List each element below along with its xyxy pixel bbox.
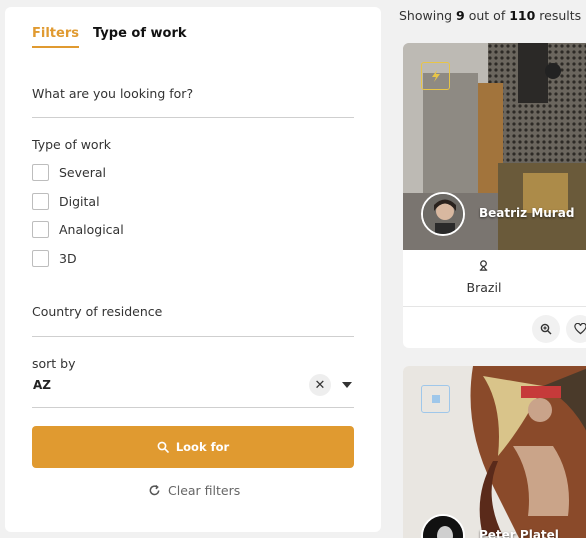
checkbox-analogical[interactable]: Analogical <box>32 221 124 238</box>
results-shown: 9 <box>456 8 465 23</box>
country-select[interactable]: Country of residence <box>32 303 354 337</box>
checkbox[interactable] <box>32 250 49 267</box>
filter-tabs: Filters Type of work <box>32 26 187 48</box>
tab-type-of-work[interactable]: Type of work <box>93 26 187 48</box>
checkbox-3d[interactable]: 3D <box>32 250 77 267</box>
clear-filters-label: Clear filters <box>168 483 241 498</box>
results-total: 110 <box>509 8 536 23</box>
artist-name[interactable]: Peter Platel <box>479 528 559 538</box>
artist-card[interactable]: Beatriz Murad Brazil <box>403 43 586 348</box>
clear-sort-icon[interactable]: ✕ <box>309 374 331 396</box>
zoom-button[interactable] <box>532 315 560 343</box>
cube-icon <box>431 395 440 403</box>
digital-type-badge <box>421 62 450 90</box>
checkbox[interactable] <box>32 221 49 238</box>
artwork-image[interactable]: Peter Platel <box>403 366 586 538</box>
3d-type-badge <box>421 385 450 413</box>
heart-icon <box>573 323 586 335</box>
favorite-button[interactable] <box>566 315 586 343</box>
tab-filters[interactable]: Filters <box>32 26 79 48</box>
artist-name[interactable]: Beatriz Murad <box>479 206 574 220</box>
type-of-work-label: Type of work <box>32 137 111 152</box>
chevron-down-icon[interactable] <box>342 382 352 388</box>
clear-filters-link[interactable]: Clear filters <box>148 483 240 498</box>
checkbox-label: Digital <box>59 194 100 209</box>
filters-panel: Filters Type of work Type of work Severa… <box>5 7 381 532</box>
checkbox[interactable] <box>32 193 49 210</box>
refresh-icon <box>149 484 160 496</box>
results-suffix: results <box>539 8 582 23</box>
artist-card[interactable]: Peter Platel <box>403 366 586 538</box>
zoom-in-icon <box>540 323 552 335</box>
artist-country: Brazil <box>466 280 502 295</box>
search-input[interactable] <box>32 84 354 101</box>
search-icon <box>157 441 169 453</box>
location-pin-icon <box>479 260 488 271</box>
sort-label: sort by <box>32 356 76 371</box>
checkbox-digital[interactable]: Digital <box>32 193 100 210</box>
lightning-icon <box>431 70 440 82</box>
artwork-image[interactable]: Beatriz Murad <box>403 43 586 250</box>
results-count: Showing 9 out of 110 results <box>399 8 581 23</box>
checkbox-label: Several <box>59 165 106 180</box>
checkbox-label: Analogical <box>59 222 124 237</box>
sort-value: AZ <box>33 378 51 392</box>
look-for-label: Look for <box>175 440 230 454</box>
results-middle: out of <box>468 8 506 23</box>
checkbox[interactable] <box>32 164 49 181</box>
search-field[interactable] <box>32 83 354 118</box>
card-divider <box>403 306 586 307</box>
results-prefix: Showing <box>399 8 453 23</box>
checkbox-several[interactable]: Several <box>32 164 106 181</box>
look-for-button[interactable]: Look for <box>32 426 354 468</box>
avatar[interactable] <box>421 192 465 236</box>
checkbox-label: 3D <box>59 251 77 266</box>
sort-select[interactable]: AZ ✕ <box>32 373 354 408</box>
